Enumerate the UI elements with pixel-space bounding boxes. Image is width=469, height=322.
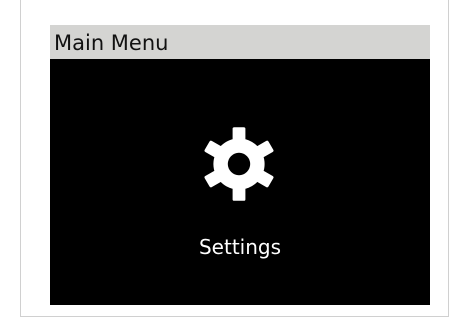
title-bar: Main Menu <box>50 25 430 59</box>
display-screen: Main Menu Settings <box>50 25 430 305</box>
gear-icon <box>204 127 274 201</box>
menu-item-label: Settings <box>198 235 282 259</box>
menu-item-settings[interactable]: Settings <box>50 59 430 305</box>
page-title: Main Menu <box>54 31 169 55</box>
